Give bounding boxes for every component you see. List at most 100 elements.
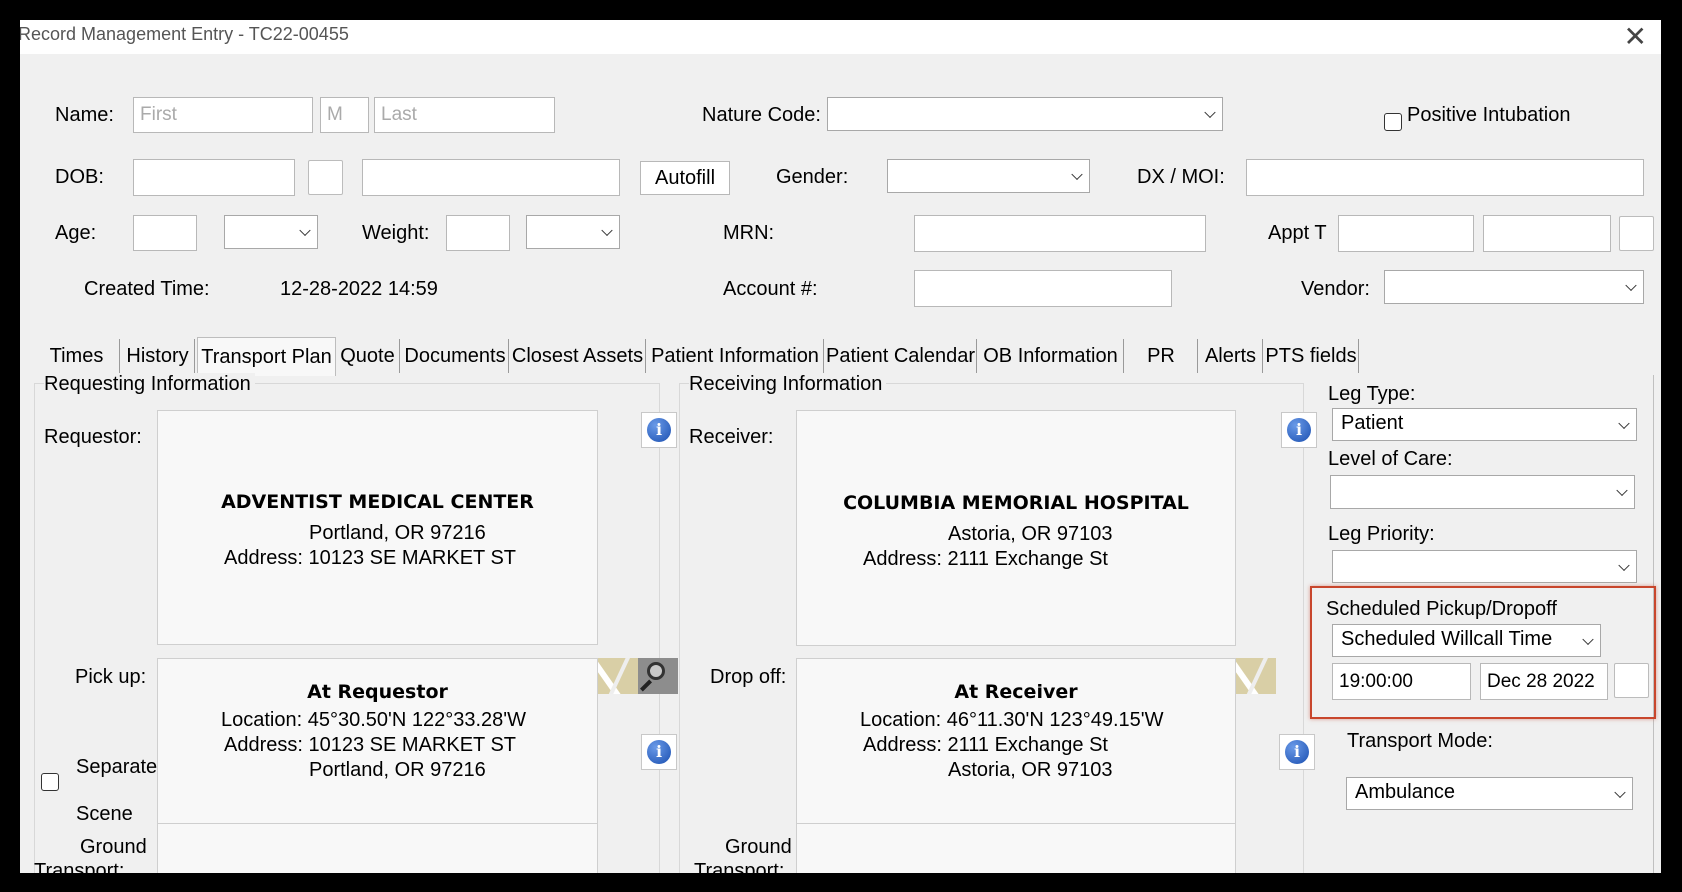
dropoff-label: Drop off:: [710, 666, 787, 688]
dropoff-location: 46°11.30'N 123°49.15'W: [946, 709, 1164, 731]
tab-transport-plan[interactable]: Transport Plan: [197, 337, 336, 376]
nature-code-label: Nature Code:: [702, 104, 821, 126]
separate-scene-checkbox[interactable]: [41, 773, 59, 791]
autofill-button[interactable]: Autofill: [640, 161, 730, 195]
tab-patient-calendar[interactable]: Patient Calendar: [825, 339, 977, 373]
chevron-down-icon: [601, 224, 613, 237]
last-name-input[interactable]: [374, 97, 555, 133]
leg-type-label: Leg Type:: [1328, 383, 1416, 405]
mrn-input[interactable]: [914, 215, 1206, 252]
first-name-input[interactable]: [133, 97, 313, 133]
dob-secondary-input[interactable]: [362, 159, 620, 196]
age-input[interactable]: [133, 215, 197, 251]
map-icon[interactable]: [1236, 658, 1276, 694]
tab-closest-assets[interactable]: Closest Assets: [510, 339, 646, 373]
ground-label: Ground: [725, 836, 792, 858]
tab-times[interactable]: Times: [34, 339, 120, 373]
receiver-city: Astoria, OR 97103: [948, 523, 1113, 545]
transport-label: Transport:: [34, 860, 125, 873]
scheduled-calendar-button[interactable]: [1614, 663, 1649, 698]
appt-date-input[interactable]: [1338, 215, 1474, 252]
chevron-down-icon: [1618, 417, 1630, 429]
requestor-card[interactable]: ADVENTIST MEDICAL CENTER Portland, OR 97…: [157, 410, 598, 645]
pickup-card[interactable]: At Requestor Location: 45°30.50'N 122°33…: [157, 658, 598, 834]
search-icon[interactable]: [638, 658, 678, 694]
info-icon: i: [647, 740, 671, 764]
separate-label: Separate: [76, 756, 158, 778]
scheduled-time-input[interactable]: [1332, 663, 1471, 700]
dropoff-title: At Receiver: [954, 681, 1078, 703]
dropoff-city: Astoria, OR 97103: [948, 759, 1113, 781]
tab-pts-fields[interactable]: PTS fields: [1264, 339, 1359, 373]
vendor-label: Vendor:: [1301, 278, 1370, 300]
scheduled-type-select[interactable]: Scheduled Willcall Time: [1332, 624, 1601, 657]
tab-pr[interactable]: PR: [1125, 339, 1198, 373]
close-icon[interactable]: ✕: [1624, 20, 1647, 54]
requestor-label: Requestor:: [44, 426, 142, 448]
leg-priority-label: Leg Priority:: [1328, 523, 1435, 545]
lens-shape: [647, 662, 665, 680]
name-label: Name:: [55, 104, 114, 126]
dob-label: DOB:: [55, 166, 104, 188]
requestor-address: 10123 SE MARKET ST: [308, 547, 517, 569]
scheduled-type-value: Scheduled Willcall Time: [1341, 628, 1553, 650]
info-icon: i: [1287, 418, 1311, 442]
scheduled-date-input[interactable]: [1480, 663, 1608, 700]
vendor-select[interactable]: [1384, 270, 1644, 304]
handle-shape: [639, 679, 653, 692]
gender-select[interactable]: [887, 159, 1090, 193]
account-input[interactable]: [914, 270, 1172, 307]
leg-priority-select[interactable]: [1332, 550, 1637, 583]
tab-history[interactable]: History: [121, 339, 195, 373]
ground-transport-card[interactable]: [157, 823, 598, 873]
dropoff-address: 2111 Exchange St: [947, 734, 1109, 756]
receiver-info-button[interactable]: i: [1281, 412, 1317, 448]
created-time-label: Created Time:: [84, 278, 210, 300]
scheduled-pickup-dropoff-label: Scheduled Pickup/Dropoff: [1326, 598, 1557, 620]
appt-label: Appt T: [1268, 222, 1327, 244]
appt-calendar-button[interactable]: [1619, 216, 1654, 251]
dx-moi-input[interactable]: [1246, 159, 1644, 196]
tab-quote[interactable]: Quote: [336, 339, 400, 373]
dob-input[interactable]: [133, 159, 295, 196]
transport-mode-select[interactable]: Ambulance: [1346, 777, 1633, 810]
chevron-down-icon: [1071, 168, 1083, 181]
requestor-address-label: Address:: [224, 547, 303, 569]
chevron-down-icon: [1625, 279, 1637, 292]
title-bar: Record Management Entry - TC22-00455 ✕: [20, 20, 1661, 54]
leg-type-select[interactable]: Patient: [1332, 408, 1637, 441]
window-title: Record Management Entry - TC22-00455: [20, 24, 349, 44]
tab-patient-information[interactable]: Patient Information: [647, 339, 824, 373]
appt-time-input[interactable]: [1483, 215, 1611, 252]
created-time-value: 12-28-2022 14:59: [280, 278, 438, 300]
chevron-down-icon: [299, 224, 311, 237]
requestor-info-button[interactable]: i: [641, 412, 677, 448]
dropoff-card[interactable]: At Receiver Location: 46°11.30'N 123°49.…: [796, 658, 1236, 834]
receiver-address-label: Address:: [863, 548, 942, 570]
weight-unit-select[interactable]: [526, 215, 620, 249]
dob-calendar-button[interactable]: [308, 160, 343, 195]
positive-intubation-label: Positive Intubation: [1407, 104, 1571, 126]
chevron-down-icon: [1614, 786, 1626, 798]
dropoff-info-button[interactable]: i: [1279, 734, 1315, 770]
map-icon[interactable]: [598, 658, 638, 694]
middle-initial-input[interactable]: [320, 97, 369, 133]
tab-alerts[interactable]: Alerts: [1199, 339, 1263, 373]
pickup-location: 45°30.50'N 122°33.28'W: [307, 709, 526, 731]
positive-intubation-checkbox[interactable]: [1384, 113, 1402, 131]
nature-code-select[interactable]: [827, 97, 1223, 131]
pickup-info-button[interactable]: i: [641, 734, 677, 770]
chevron-down-icon: [1618, 559, 1630, 571]
pickup-label: Pick up:: [75, 666, 147, 688]
weight-input[interactable]: [446, 215, 510, 251]
tab-documents[interactable]: Documents: [402, 339, 509, 373]
receiver-card[interactable]: COLUMBIA MEMORIAL HOSPITAL Astoria, OR 9…: [796, 410, 1236, 646]
ground-transport-card[interactable]: [796, 823, 1236, 873]
info-icon: i: [647, 418, 671, 442]
age-unit-select[interactable]: [224, 215, 318, 249]
level-of-care-select[interactable]: [1330, 475, 1635, 509]
chevron-down-icon: [1582, 633, 1594, 645]
dropoff-address-label: Address:: [863, 734, 942, 756]
leg-type-value: Patient: [1341, 412, 1404, 434]
tab-ob-information[interactable]: OB Information: [978, 339, 1124, 373]
